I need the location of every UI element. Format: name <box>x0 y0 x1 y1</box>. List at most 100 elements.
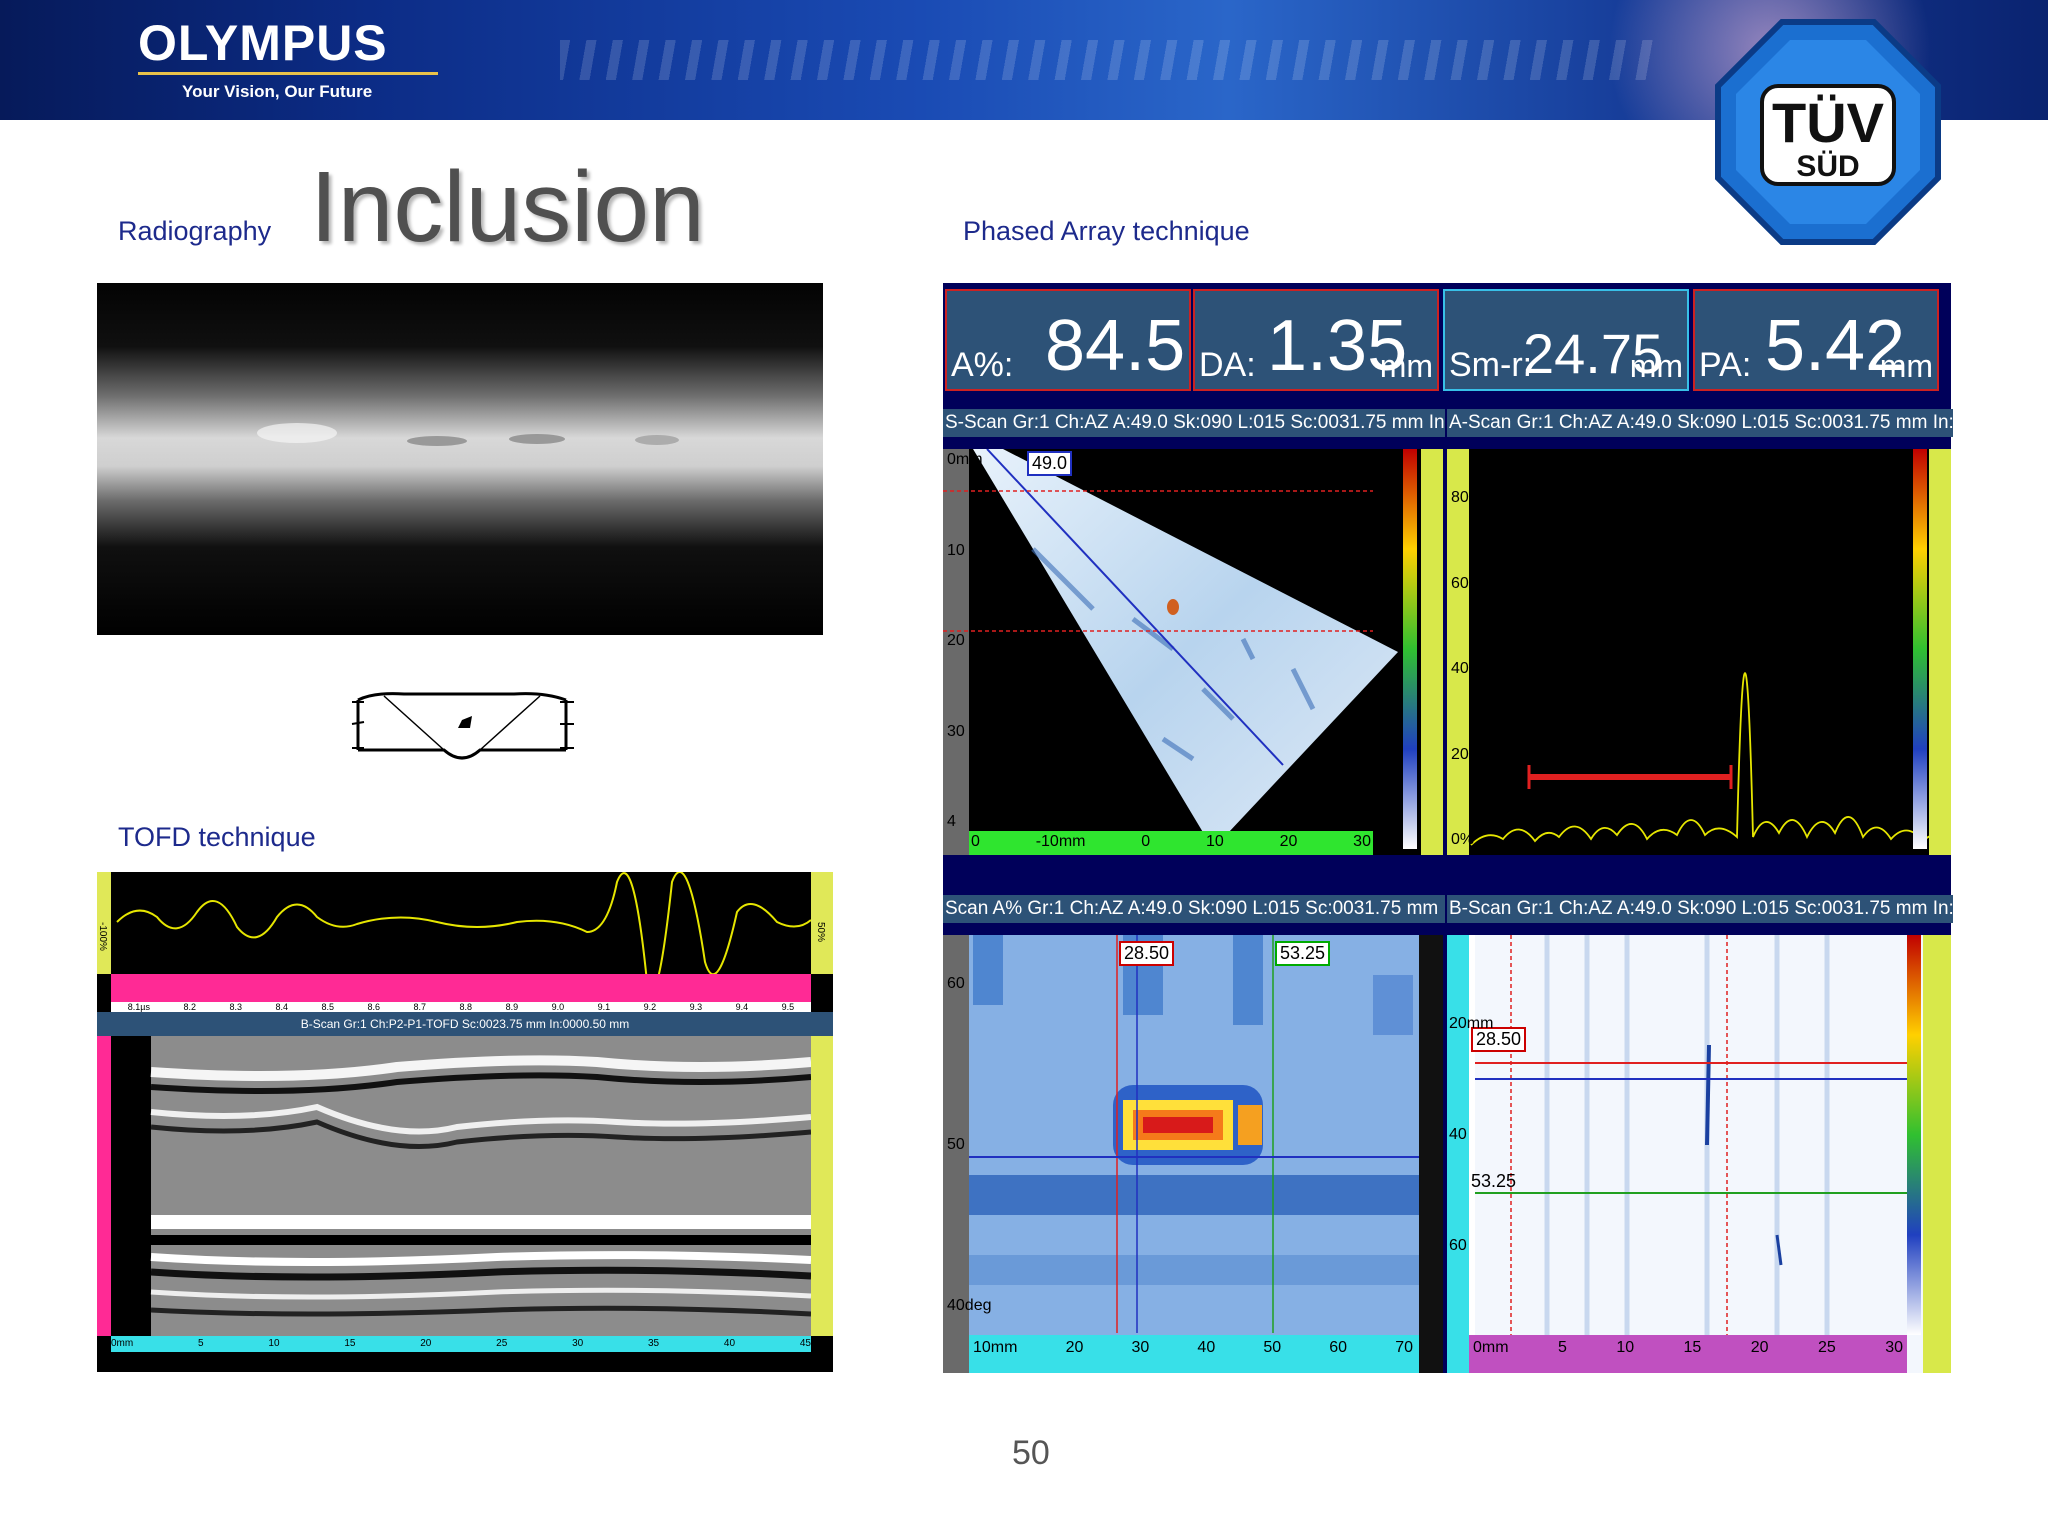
radiograph-inclusions <box>257 423 679 446</box>
tuv-logo-line2: SÜD <box>1796 150 1859 183</box>
cscan-x-tick: 50 <box>1263 1339 1282 1356</box>
readout-pa-unit: mm <box>1879 348 1933 384</box>
bscan-graphic <box>1447 935 1951 1373</box>
tofd-heading: TOFD technique <box>118 822 316 852</box>
tofd-scan-tick: 25 <box>496 1338 508 1349</box>
tofd-time-tick: 8.1µs <box>127 1002 150 1012</box>
banner-stripes <box>560 40 1660 80</box>
tofd-scan-tick: 5 <box>198 1338 204 1349</box>
cscan-cursor-a-tag: 28.50 <box>1119 941 1175 966</box>
readout-pa: PA: 5.42 mm <box>1693 289 1939 391</box>
tofd-scan-tick: 45 <box>799 1338 811 1349</box>
brand-underline <box>138 72 438 75</box>
tofd-time-tick: 8.8 <box>459 1002 473 1012</box>
tofd-time-tick: 9.1 <box>597 1002 611 1012</box>
tuv-sud-logo: TÜV SÜD <box>1715 19 1941 245</box>
cscan-y-tick: 50 <box>947 1136 965 1153</box>
tofd-display: B-Scan Gr:1 Ch:P2-P1-TOFD Sc:0023.75 mm … <box>97 872 833 1372</box>
tofd-scan-tick: 40 <box>723 1338 736 1349</box>
readout-pa-label: PA: <box>1699 346 1752 384</box>
cscan-x-tick: 40 <box>1197 1339 1216 1356</box>
tofd-amp-label-right: 50% <box>815 922 826 943</box>
tofd-graphics <box>97 872 833 1352</box>
bscan-y-tick: 40 <box>1449 1126 1467 1143</box>
bscan-y-tick: 60 <box>1449 1237 1467 1254</box>
readout-smr-unit: mm <box>1629 348 1683 384</box>
tofd-time-tick: 9.2 <box>643 1002 657 1012</box>
readout-amplitude: A%: 84.5 <box>945 289 1191 391</box>
tofd-time-tick: 8.5 <box>321 1002 335 1012</box>
bscan-x-tick: 30 <box>1885 1339 1903 1356</box>
cscan-header: Scan A% Gr:1 Ch:AZ A:49.0 Sk:090 L:015 S… <box>943 895 1445 923</box>
sscan-depth-tick: 20 <box>947 632 965 649</box>
readout-amplitude-label: A%: <box>951 346 1014 384</box>
ascan-amp-tick: 0% <box>1451 831 1475 848</box>
ascan-amp-tick: 20 <box>1451 745 1469 763</box>
bscan-x-tick: 5 <box>1557 1339 1567 1356</box>
sscan-header: S-Scan Gr:1 Ch:AZ A:49.0 Sk:090 L:015 Sc… <box>943 409 1445 437</box>
readout-da: DA: 1.35 mm <box>1193 289 1439 391</box>
angle-tag: 49.0 <box>1027 451 1073 476</box>
sscan-x-tick: 20 <box>1279 833 1298 850</box>
readout-smr: Sm-r: 24.75 mm <box>1443 289 1689 391</box>
bscan-y-tick: 20mm <box>1449 1015 1493 1033</box>
tofd-time-tick: 8.2 <box>183 1002 196 1012</box>
tofd-time-tick: 8.3 <box>229 1002 242 1012</box>
readout-amplitude-value: 84.5 <box>1045 306 1186 386</box>
sscan-x-tick: 30 <box>1353 833 1371 850</box>
tofd-time-tick: 9.4 <box>735 1002 749 1012</box>
ascan-header: A-Scan Gr:1 Ch:AZ A:49.0 Sk:090 L:015 Sc… <box>1447 409 1953 437</box>
readout-da-label: DA: <box>1199 346 1256 384</box>
sscan-depth-tick: 0mm <box>947 451 983 468</box>
sscan-x-tick: 0 <box>971 833 980 850</box>
sscan-x-tick: 10 <box>1205 833 1224 850</box>
bscan-header: B-Scan Gr:1 Ch:AZ A:49.0 Sk:090 L:015 Sc… <box>1447 895 1953 923</box>
phased-array-display: A%: 84.5 DA: 1.35 mm Sm-r: 24.75 mm PA: … <box>943 283 1953 1373</box>
readout-smr-label: Sm-r: <box>1449 346 1533 384</box>
cscan-cursor-b-tag: 53.25 <box>1275 941 1331 966</box>
brand-tagline: Your Vision, Our Future <box>182 82 373 101</box>
radiograph-image <box>97 283 823 635</box>
tofd-time-tick: 9.3 <box>689 1002 703 1012</box>
page-title: Inclusion <box>310 151 705 263</box>
tofd-scan-tick: 0mm <box>111 1338 134 1349</box>
ascan-amp-tick: 80 <box>1451 489 1469 506</box>
tofd-time-tick: 8.9 <box>505 1002 519 1012</box>
sscan-x-tick: 0 <box>1141 833 1151 850</box>
bscan-x-tick: 0mm <box>1473 1339 1509 1356</box>
cscan-graphic <box>943 935 1443 1373</box>
tofd-scan-tick: 35 <box>648 1338 660 1349</box>
cscan-x-tick: 30 <box>1131 1339 1150 1356</box>
tofd-amp-label-left: -100% <box>97 922 108 951</box>
weld-sketch <box>351 692 574 760</box>
tofd-scan-tick: 15 <box>344 1338 356 1349</box>
bscan-x-tick: 25 <box>1817 1339 1836 1356</box>
tofd-scan-tick: 20 <box>420 1338 432 1349</box>
ascan-amp-tick: 60 <box>1451 574 1469 592</box>
bscan-x-tick: 20 <box>1750 1339 1769 1356</box>
tofd-time-tick: 8.4 <box>275 1002 288 1012</box>
bscan-cursor-b-label: 53.25 <box>1471 1171 1517 1191</box>
readout-da-unit: mm <box>1379 348 1433 384</box>
cscan-x-tick: 70 <box>1395 1339 1413 1356</box>
sscan-depth-tick: 30 <box>947 722 965 740</box>
sscan-depth-tick: 10 <box>947 541 965 559</box>
ascan-view: 80 60 40 20 0% <box>1447 449 1951 855</box>
tofd-time-tick: 9.0 <box>551 1002 565 1012</box>
radiography-heading: Radiography <box>118 216 272 246</box>
tofd-scan-tick: 30 <box>572 1338 584 1349</box>
cscan-y-tick: 60 <box>947 975 965 992</box>
tofd-time-tick: 8.6 <box>367 1002 381 1012</box>
bscan-x-tick: 10 <box>1616 1339 1635 1356</box>
cscan-x-tick: 20 <box>1065 1339 1084 1356</box>
tuv-logo-line1: TÜV <box>1772 91 1884 154</box>
cscan-x-tick: 10mm <box>973 1339 1018 1356</box>
tofd-time-tick: 9.5 <box>781 1002 795 1012</box>
sscan-depth-tick: 4 <box>947 813 956 830</box>
tofd-scan-tick: 10 <box>268 1338 280 1349</box>
tofd-bscan-header: B-Scan Gr:1 Ch:P2-P1-TOFD Sc:0023.75 mm … <box>97 1012 833 1036</box>
tofd-time-tick: 8.7 <box>413 1002 427 1012</box>
bscan-view: 28.50 53.25 20mm4060 0mm51015202530 <box>1447 935 1951 1373</box>
bscan-x-tick: 15 <box>1683 1339 1702 1356</box>
cscan-y-tick: 40deg <box>947 1297 992 1315</box>
